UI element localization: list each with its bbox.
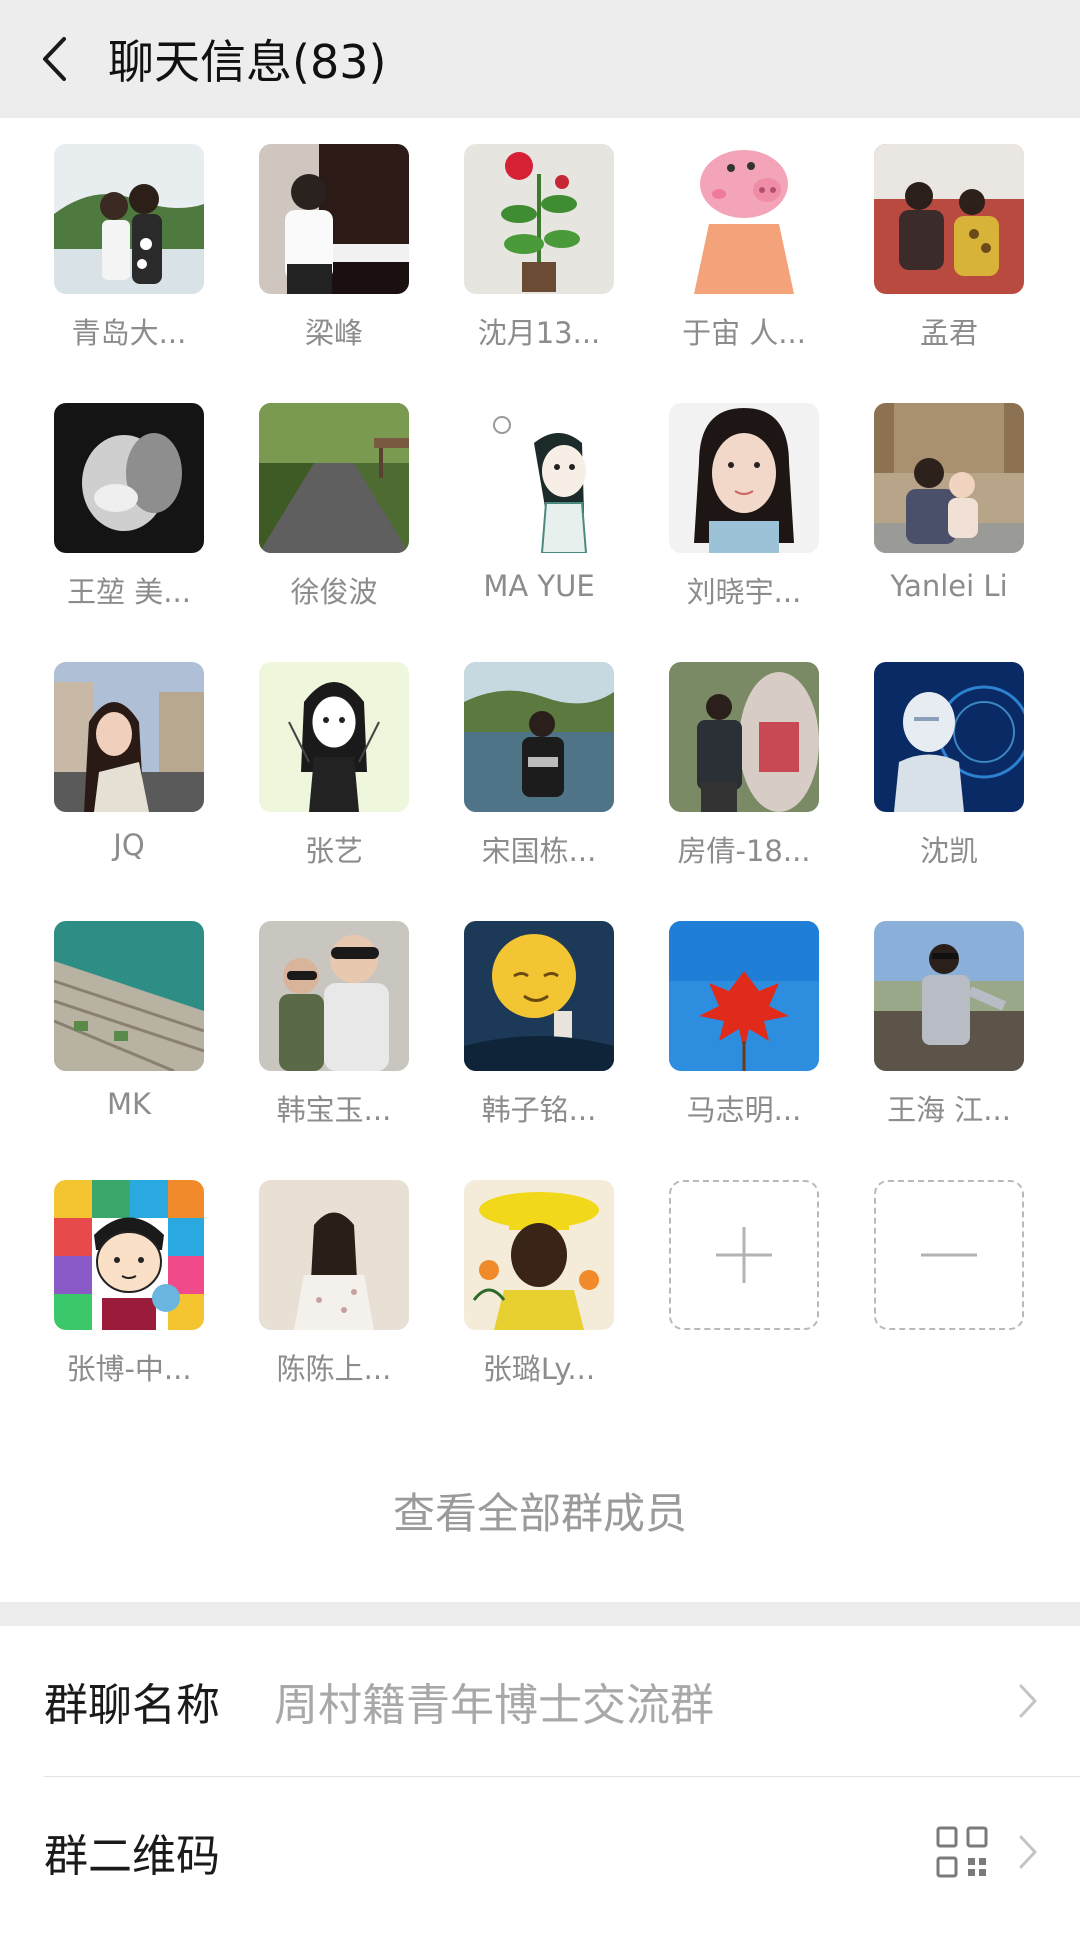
member-item[interactable]: 张博-中... — [54, 1180, 204, 1439]
member-name: 王海 江... — [887, 1093, 1011, 1127]
member-avatar — [259, 1180, 409, 1330]
add-member-slot — [669, 1180, 819, 1330]
chevron-right-icon — [1019, 1835, 1037, 1869]
member-avatar — [874, 921, 1024, 1071]
member-name: MA YUE — [483, 569, 595, 603]
view-all-members-link[interactable]: 查看全部群成员 — [0, 1480, 1080, 1541]
section-separator — [0, 1602, 1080, 1626]
member-name: 张艺 — [304, 834, 363, 868]
member-avatar — [669, 403, 819, 553]
member-avatar — [464, 144, 614, 294]
minus-icon — [921, 1253, 977, 1257]
member-name: 沈凯 — [919, 834, 978, 868]
member-avatar — [259, 403, 409, 553]
plus-icon — [716, 1227, 772, 1283]
member-item[interactable]: Yanlei Li — [874, 403, 1024, 662]
group-qr-row[interactable]: 群二维码 — [0, 1777, 1080, 1927]
member-item[interactable]: JQ — [54, 662, 204, 921]
top-bar: 聊天信息(83) — [0, 0, 1080, 118]
member-name: 宋国栋... — [481, 834, 597, 868]
member-avatar — [669, 921, 819, 1071]
member-avatar — [464, 1180, 614, 1330]
member-name: 于宙 人... — [682, 316, 806, 350]
member-item[interactable]: 张艺 — [259, 662, 409, 921]
member-item[interactable]: 陈陈上... — [259, 1180, 409, 1439]
member-avatar — [54, 144, 204, 294]
member-item[interactable]: 沈月13... — [464, 144, 614, 403]
member-name: Yanlei Li — [890, 569, 1008, 603]
chevron-right-icon — [1019, 1684, 1037, 1718]
member-item[interactable]: MK — [54, 921, 204, 1180]
member-name: 青岛大... — [71, 316, 187, 350]
member-item[interactable]: 王海 江... — [874, 921, 1024, 1180]
member-avatar — [874, 403, 1024, 553]
member-avatar — [464, 403, 614, 553]
member-name: 孟君 — [919, 316, 978, 350]
member-item[interactable]: 梁峰 — [259, 144, 409, 403]
member-name: 韩宝玉... — [276, 1093, 392, 1127]
member-avatar — [54, 921, 204, 1071]
member-name: 马志明... — [686, 1093, 802, 1127]
group-name-label: 群聊名称 — [44, 1680, 220, 1731]
group-name-row[interactable]: 群聊名称 周村籍青年博士交流群 — [0, 1626, 1080, 1776]
member-name: 沈月13... — [477, 316, 601, 350]
member-item[interactable]: 青岛大... — [54, 144, 204, 403]
member-name: 张璐Ly... — [482, 1352, 596, 1386]
qr-code-icon — [936, 1826, 988, 1878]
member-item[interactable]: 于宙 人... — [669, 144, 819, 403]
member-avatar — [669, 144, 819, 294]
page-title: 聊天信息(83) — [108, 35, 387, 89]
member-section: 青岛大... 梁峰 沈月13... 于宙 人... 孟君 王堃 美... 徐俊波… — [0, 118, 1080, 1602]
member-grid: 青岛大... 梁峰 沈月13... 于宙 人... 孟君 王堃 美... 徐俊波… — [54, 144, 1026, 1439]
member-avatar — [464, 662, 614, 812]
member-name: 王堃 美... — [67, 575, 191, 609]
member-avatar — [259, 921, 409, 1071]
member-item[interactable]: 沈凯 — [874, 662, 1024, 921]
member-avatar — [874, 662, 1024, 812]
back-button[interactable] — [34, 34, 74, 84]
member-item[interactable]: 王堃 美... — [54, 403, 204, 662]
member-name: MK — [106, 1087, 152, 1121]
remove-member-button[interactable] — [874, 1180, 1024, 1439]
member-avatar — [54, 662, 204, 812]
member-avatar — [259, 662, 409, 812]
member-name: 陈陈上... — [276, 1352, 392, 1386]
member-item[interactable]: 房倩-18... — [669, 662, 819, 921]
member-item[interactable]: 韩宝玉... — [259, 921, 409, 1180]
member-item[interactable]: 张璐Ly... — [464, 1180, 614, 1439]
member-avatar — [464, 921, 614, 1071]
member-name: 张博-中... — [66, 1352, 192, 1386]
member-item[interactable]: 马志明... — [669, 921, 819, 1180]
member-item[interactable]: 刘晓宇... — [669, 403, 819, 662]
member-name: 徐俊波 — [290, 575, 378, 609]
chevron-left-icon — [43, 37, 66, 81]
member-item[interactable]: 孟君 — [874, 144, 1024, 403]
member-name: 房倩-18... — [677, 834, 811, 868]
add-member-button[interactable] — [669, 1180, 819, 1439]
member-avatar — [259, 144, 409, 294]
member-avatar — [54, 403, 204, 553]
member-avatar — [669, 662, 819, 812]
member-item[interactable]: MA YUE — [464, 403, 614, 662]
member-item[interactable]: 徐俊波 — [259, 403, 409, 662]
group-qr-label: 群二维码 — [44, 1831, 220, 1882]
member-name: 梁峰 — [304, 316, 363, 350]
member-avatar — [874, 144, 1024, 294]
member-item[interactable]: 宋国栋... — [464, 662, 614, 921]
member-avatar — [54, 1180, 204, 1330]
group-name-value: 周村籍青年博士交流群 — [274, 1680, 714, 1731]
member-name: JQ — [113, 828, 145, 862]
member-item[interactable]: 韩子铭... — [464, 921, 614, 1180]
member-name: 韩子铭... — [481, 1093, 597, 1127]
member-name: 刘晓宇... — [686, 575, 802, 609]
remove-member-slot — [874, 1180, 1024, 1330]
